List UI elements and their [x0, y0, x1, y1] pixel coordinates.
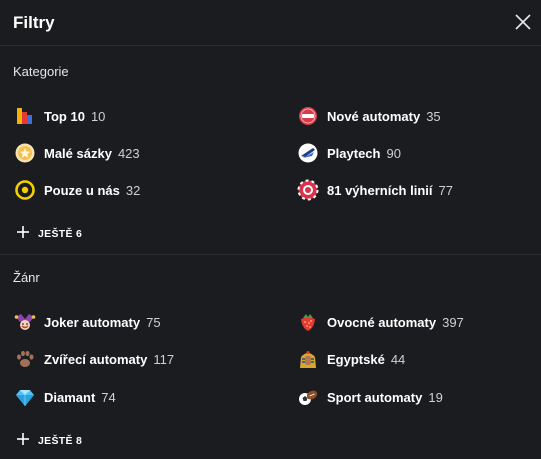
- filter-item-exclusive[interactable]: Pouze u nás 32: [14, 178, 140, 202]
- show-more-label: JEŠTĚ 8: [38, 435, 83, 447]
- filter-header: Filtry: [0, 0, 541, 46]
- filter-item-label: Top 10: [44, 108, 85, 124]
- filter-item-label: Playtech: [327, 145, 381, 161]
- filter-item-diamond[interactable]: Diamant 74: [14, 385, 116, 409]
- plus-icon: [16, 432, 30, 451]
- filter-item-count: 44: [390, 351, 406, 367]
- new-badge-icon: [297, 105, 319, 127]
- genre-section: Žánr Joker automaty 75 Ovocné automaty 3…: [0, 256, 541, 459]
- joker-icon: [14, 311, 36, 333]
- filter-item-new-slots[interactable]: Nové automaty 35: [297, 104, 441, 128]
- section-title-genre: Žánr: [13, 270, 40, 285]
- pharaoh-icon: [297, 348, 319, 370]
- filter-item-count: 19: [428, 389, 443, 405]
- show-more-categories-button[interactable]: JEŠTĚ 6: [16, 225, 82, 243]
- categories-section: Kategorie Top 10 10 Nové automaty 35 Mal…: [0, 46, 541, 255]
- show-more-genre-button[interactable]: JEŠTĚ 8: [16, 432, 82, 450]
- filter-item-count: 117: [153, 351, 175, 367]
- paw-icon: [14, 348, 36, 370]
- filter-item-egyptian[interactable]: Egyptské 44: [297, 347, 405, 371]
- filter-item-count: 397: [442, 314, 464, 330]
- filter-item-label: Diamant: [44, 389, 96, 405]
- panel-title: Filtry: [13, 13, 55, 32]
- filter-item-joker[interactable]: Joker automaty 75: [14, 310, 161, 334]
- filter-item-label: Sport automaty: [327, 389, 423, 405]
- filter-item-count: 77: [438, 182, 453, 198]
- plus-icon: [16, 225, 30, 244]
- diamond-icon: [14, 386, 36, 408]
- filter-item-label: Joker automaty: [44, 314, 141, 330]
- playtech-logo-icon: [297, 142, 319, 164]
- show-more-label: JEŠTĚ 6: [38, 228, 83, 240]
- filter-item-animal[interactable]: Zvířecí automaty 117: [14, 347, 174, 371]
- filter-item-count: 35: [426, 108, 441, 124]
- coin-star-icon: [14, 142, 36, 164]
- filter-item-count: 10: [90, 108, 106, 124]
- filter-item-sport[interactable]: Sport automaty 19: [297, 385, 443, 409]
- top10-bar-icon: [14, 105, 36, 127]
- filter-item-count: 32: [125, 182, 141, 198]
- filter-item-count: 90: [386, 145, 401, 161]
- filter-item-label: Ovocné automaty: [327, 314, 437, 330]
- filter-item-count: 74: [101, 389, 116, 405]
- exclusive-dot-icon: [14, 179, 36, 201]
- paylines-chip-icon: [297, 179, 319, 201]
- filter-item-label: Zvířecí automaty: [44, 351, 148, 367]
- filter-item-paylines-81[interactable]: 81 výherních linií 77: [297, 178, 453, 202]
- filter-item-label: 81 výherních linií: [327, 182, 433, 198]
- strawberry-icon: [297, 311, 319, 333]
- filter-item-label: Nové automaty: [327, 108, 421, 124]
- filter-item-playtech[interactable]: Playtech 90: [297, 141, 401, 165]
- filter-item-top10[interactable]: Top 10 10: [14, 104, 105, 128]
- filter-item-small-bets[interactable]: Malé sázky 423: [14, 141, 140, 165]
- filter-item-label: Egyptské: [327, 351, 385, 367]
- section-title-categories: Kategorie: [13, 64, 69, 79]
- filter-item-label: Pouze u nás: [44, 182, 120, 198]
- filter-item-fruit[interactable]: Ovocné automaty 397: [297, 310, 464, 334]
- filter-item-label: Malé sázky: [44, 145, 112, 161]
- sport-balls-icon: [297, 386, 319, 408]
- filter-item-count: 423: [117, 145, 140, 161]
- filter-item-count: 75: [146, 314, 161, 330]
- close-icon[interactable]: [513, 12, 533, 32]
